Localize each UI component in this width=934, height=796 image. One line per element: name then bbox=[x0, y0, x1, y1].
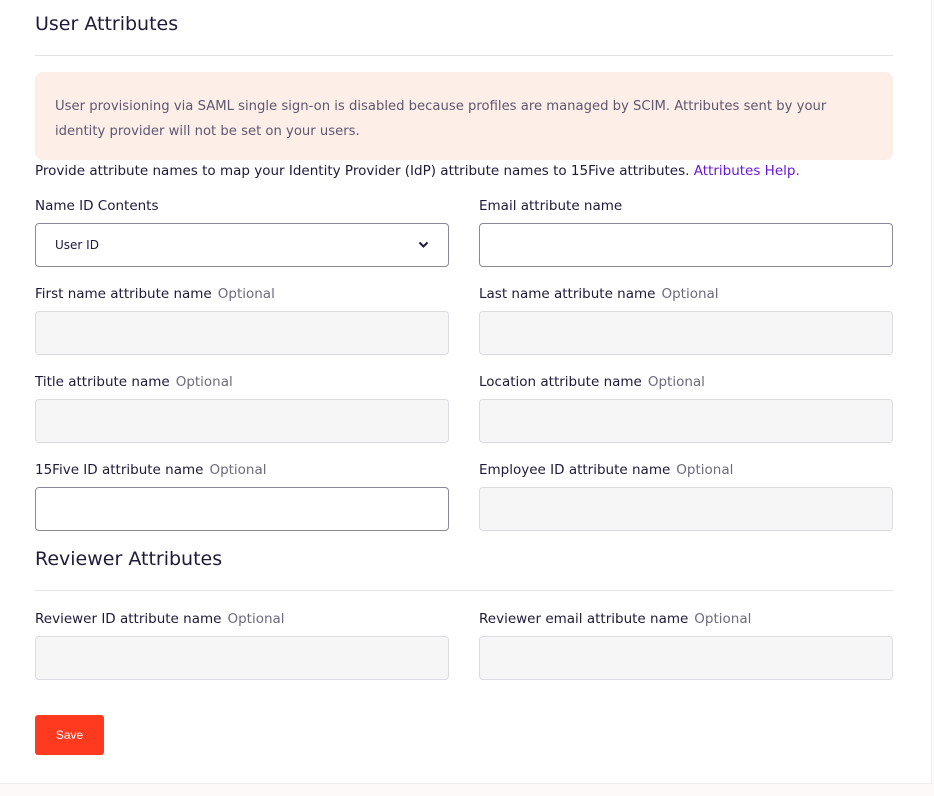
employee-id-input[interactable] bbox=[479, 487, 893, 531]
section-title-reviewer-attributes: Reviewer Attributes bbox=[35, 548, 223, 570]
location-input[interactable] bbox=[479, 399, 893, 443]
fifteen-five-id-label: 15Five ID attribute name Optional bbox=[35, 462, 267, 478]
employee-id-label: Employee ID attribute name Optional bbox=[479, 462, 734, 478]
location-label: Location attribute name Optional bbox=[479, 374, 705, 390]
first-name-label: First name attribute name Optional bbox=[35, 286, 275, 302]
first-name-input[interactable] bbox=[35, 311, 449, 355]
reviewer-email-input[interactable] bbox=[479, 636, 893, 680]
title-input[interactable] bbox=[35, 399, 449, 443]
title-label: Title attribute name Optional bbox=[35, 374, 233, 390]
reviewer-email-label: Reviewer email attribute name Optional bbox=[479, 611, 752, 627]
save-button[interactable]: Save bbox=[35, 715, 104, 755]
fifteen-five-id-input[interactable] bbox=[35, 487, 449, 531]
reviewer-id-label: Reviewer ID attribute name Optional bbox=[35, 611, 285, 627]
email-label: Email attribute name bbox=[479, 198, 623, 214]
divider bbox=[35, 590, 893, 591]
scim-notice: User provisioning via SAML single sign-o… bbox=[35, 72, 893, 160]
settings-card: User Attributes User provisioning via SA… bbox=[0, 0, 932, 784]
intro-text: Provide attribute names to map your Iden… bbox=[35, 163, 800, 179]
last-name-label: Last name attribute name Optional bbox=[479, 286, 719, 302]
name-id-select[interactable]: User ID bbox=[35, 223, 449, 267]
reviewer-id-input[interactable] bbox=[35, 636, 449, 680]
email-attribute-input[interactable] bbox=[479, 223, 893, 267]
divider bbox=[35, 55, 893, 56]
last-name-input[interactable] bbox=[479, 311, 893, 355]
attributes-help-link[interactable]: Attributes Help. bbox=[694, 163, 800, 179]
chevron-down-icon bbox=[418, 238, 429, 252]
name-id-label: Name ID Contents bbox=[35, 198, 159, 214]
section-title-user-attributes: User Attributes bbox=[35, 13, 179, 35]
